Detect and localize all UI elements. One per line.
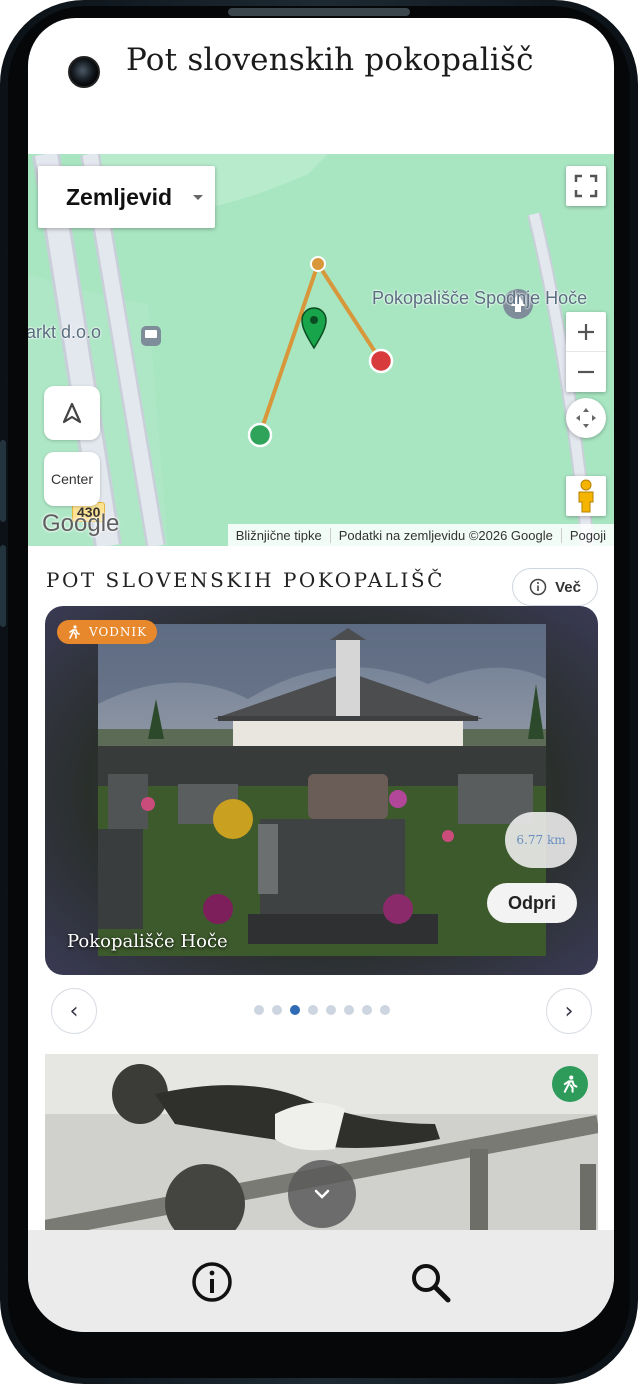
navigate-button[interactable] <box>44 386 100 440</box>
cemetery-photo <box>98 624 546 956</box>
search-icon <box>412 1264 451 1303</box>
power-button <box>0 545 6 627</box>
carousel-dot[interactable] <box>344 1005 354 1015</box>
business-label[interactable]: arkt d.o.o <box>28 322 101 342</box>
distance-badge: 6.77 km <box>505 812 577 868</box>
carousel-prev-button[interactable]: ‹ <box>51 988 97 1034</box>
info-button[interactable] <box>188 1258 236 1306</box>
info-icon <box>529 578 547 596</box>
search-button[interactable] <box>406 1258 454 1306</box>
chevron-down-icon <box>314 1189 330 1199</box>
section-title: POT SLOVENSKIH POKOPALIŠČ <box>46 568 445 592</box>
center-button[interactable]: Center <box>44 452 100 506</box>
scroll-down-button[interactable] <box>288 1160 356 1228</box>
fullscreen-button[interactable] <box>566 166 606 206</box>
zoom-in-button[interactable] <box>566 312 606 352</box>
carousel-dot[interactable] <box>308 1005 318 1015</box>
more-label: Več <box>555 578 581 596</box>
map-attribution: Bližnjične tipke Podatki na zemljevidu ©… <box>227 524 614 546</box>
walk-badge <box>552 1066 588 1102</box>
volume-button <box>0 440 6 522</box>
poi-label[interactable]: Pokopališče Spodnje Hoče <box>372 288 587 308</box>
info-icon <box>192 1262 232 1302</box>
more-button[interactable]: Več <box>512 568 598 606</box>
pegman-icon <box>578 479 594 513</box>
carousel-dot[interactable] <box>362 1005 372 1015</box>
carousel-dot[interactable] <box>254 1005 264 1015</box>
end-marker <box>368 348 394 374</box>
front-camera <box>68 56 100 88</box>
carousel-dot[interactable] <box>380 1005 390 1015</box>
terms-link[interactable]: Pogoji <box>560 527 614 543</box>
pan-arrows-icon <box>576 408 596 428</box>
map-view[interactable]: Zemljevid Pokopališče Spodnje Hoče arkt … <box>28 154 614 546</box>
keyboard-shortcuts-link[interactable]: Bližnjične tipke <box>228 528 330 543</box>
map-data-text: Podatki na zemljevidu ©2026 Google <box>329 527 561 543</box>
minus-icon <box>578 370 594 374</box>
open-button[interactable]: Odpri <box>487 883 577 923</box>
map-type-label: Zemljevid <box>66 183 173 210</box>
phone-frame: Pot slovenskih pokopališč Zemljevid Poko… <box>0 0 638 1384</box>
start-marker <box>247 422 273 448</box>
walk-icon <box>563 1075 578 1093</box>
carousel-dot[interactable] <box>326 1005 336 1015</box>
navigation-arrow-icon <box>62 402 82 424</box>
carousel-dot[interactable] <box>290 1005 300 1015</box>
street-view-pegman[interactable] <box>566 476 606 516</box>
map-type-selector[interactable]: Zemljevid <box>38 166 215 228</box>
screen: Pot slovenskih pokopališč Zemljevid Poko… <box>28 18 614 1332</box>
app-title: Pot slovenskih pokopališč <box>126 42 534 78</box>
carousel-dots <box>254 1005 390 1015</box>
walk-icon <box>69 625 80 639</box>
guide-badge-label: VODNIK <box>89 625 148 639</box>
cemetery-card[interactable]: VODNIK Pokopališče Hoče 6.77 km Odpri <box>45 606 598 975</box>
guide-badge: VODNIK <box>57 620 158 644</box>
chevron-down-icon <box>193 195 203 200</box>
bottom-navigation <box>28 1230 614 1332</box>
cemetery-name: Pokopališče Hoče <box>67 931 228 952</box>
zoom-controls <box>566 312 606 392</box>
plus-icon <box>578 323 594 340</box>
zoom-out-button[interactable] <box>566 352 606 392</box>
route-waypoint <box>310 256 326 272</box>
google-logo: Google <box>42 510 120 537</box>
fullscreen-icon <box>574 174 598 198</box>
carousel-dot[interactable] <box>272 1005 282 1015</box>
carousel-next-button[interactable]: › <box>546 988 592 1034</box>
speaker-grille <box>228 8 410 16</box>
camera-control-button[interactable] <box>566 398 606 438</box>
